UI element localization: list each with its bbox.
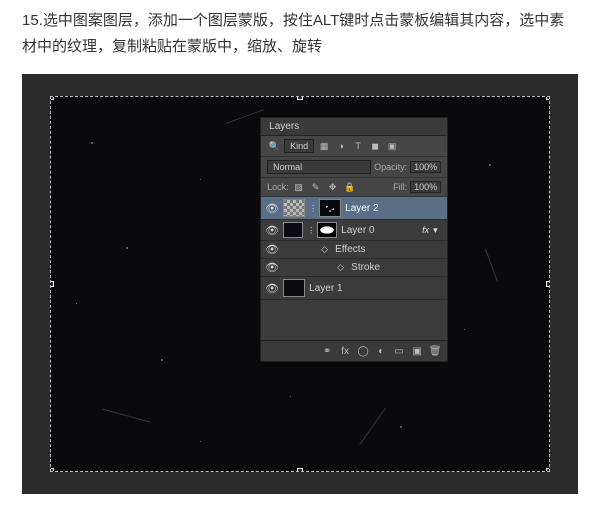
mask-link-icon[interactable]: ⋮: [307, 226, 313, 235]
mask-thumb[interactable]: [319, 199, 341, 217]
visibility-icon[interactable]: 👁: [265, 202, 279, 215]
layer-name[interactable]: Layer 2: [345, 203, 443, 214]
transform-handle[interactable]: [50, 281, 54, 287]
link-layers-icon[interactable]: ⚭: [319, 344, 335, 358]
transform-handle[interactable]: [297, 96, 303, 100]
delete-icon[interactable]: 🗑: [427, 344, 443, 358]
fill-label: Fill:: [393, 182, 407, 192]
chevron-down-icon[interactable]: ▾: [433, 225, 443, 236]
lock-label: Lock:: [267, 182, 289, 192]
layer-thumb[interactable]: [283, 279, 305, 297]
visibility-icon[interactable]: 👁: [265, 261, 279, 274]
disclosure-icon[interactable]: ◇: [321, 244, 331, 255]
effects-label: Effects: [335, 244, 443, 255]
step-text: 15.选中图案图层，添加一个图层蒙版，按住ALT键时点击蒙板编辑其内容，选中素材…: [22, 8, 578, 60]
layer-row-layer1[interactable]: 👁 Layer 1: [261, 277, 447, 300]
panel-title[interactable]: Layers: [261, 118, 447, 136]
group-icon[interactable]: ▭: [391, 344, 407, 358]
stroke-label: Stroke: [351, 262, 443, 273]
filter-type-icon[interactable]: T: [351, 140, 365, 152]
search-icon: 🔍: [267, 140, 281, 152]
transform-handle[interactable]: [297, 468, 303, 472]
lock-move-icon[interactable]: ✥: [326, 181, 340, 193]
visibility-icon[interactable]: 👁: [265, 224, 279, 237]
opacity-value[interactable]: 100%: [410, 161, 441, 173]
visibility-icon[interactable]: 👁: [265, 282, 279, 295]
fx-icon[interactable]: fx: [337, 344, 353, 358]
filter-row: 🔍 Kind ▦ ◑ T ◼ ▣: [261, 136, 447, 157]
filter-shape-icon[interactable]: ◼: [368, 140, 382, 152]
layer-thumb[interactable]: [283, 199, 305, 217]
effects-row[interactable]: 👁 ◇ Effects: [261, 241, 447, 259]
layer-row-layer2[interactable]: 👁 ⋮ Layer 2: [261, 197, 447, 220]
layer-name[interactable]: Layer 1: [309, 283, 443, 294]
transform-handle[interactable]: [546, 281, 550, 287]
filter-adjust-icon[interactable]: ◑: [334, 140, 348, 152]
layers-panel[interactable]: Layers 🔍 Kind ▦ ◑ T ◼ ▣ Normal Opacity: …: [260, 117, 448, 362]
layers-list: 👁 ⋮ Layer 2 👁 ⋮ Layer 0 fx ▾ 👁: [261, 197, 447, 340]
transform-handle[interactable]: [50, 468, 54, 472]
mask-icon[interactable]: ◯: [355, 344, 371, 358]
lock-paint-icon[interactable]: ✎: [309, 181, 323, 193]
tutorial-step: 15.选中图案图层，添加一个图层蒙版，按住ALT键时点击蒙板编辑其内容，选中素材…: [0, 0, 600, 60]
filter-smart-icon[interactable]: ▣: [385, 140, 399, 152]
lock-all-icon[interactable]: 🔒: [343, 181, 357, 193]
blend-mode-dropdown[interactable]: Normal: [267, 160, 371, 174]
blend-row: Normal Opacity: 100%: [261, 157, 447, 178]
layer-row-layer0[interactable]: 👁 ⋮ Layer 0 fx ▾: [261, 220, 447, 241]
fill-value[interactable]: 100%: [410, 181, 441, 193]
transform-handle[interactable]: [546, 468, 550, 472]
transform-handle[interactable]: [546, 96, 550, 100]
transform-handle[interactable]: [50, 96, 54, 100]
lock-row: Lock: ▨ ✎ ✥ 🔒 Fill: 100%: [261, 178, 447, 197]
fx-indicator[interactable]: fx: [422, 225, 429, 235]
layer-name[interactable]: Layer 0: [341, 225, 414, 236]
layer-thumb[interactable]: [283, 222, 303, 238]
mask-link-icon[interactable]: ⋮: [309, 204, 315, 213]
visibility-icon[interactable]: 👁: [265, 243, 279, 256]
panel-footer: ⚭ fx ◯ ◐ ▭ ▣ 🗑: [261, 340, 447, 361]
mask-thumb[interactable]: [317, 222, 337, 238]
lock-transparency-icon[interactable]: ▨: [292, 181, 306, 193]
adjustment-icon[interactable]: ◐: [373, 344, 389, 358]
new-layer-icon[interactable]: ▣: [409, 344, 425, 358]
opacity-label: Opacity:: [374, 162, 407, 172]
stroke-row[interactable]: 👁 ◇ Stroke: [261, 259, 447, 277]
disclosure-icon[interactable]: ◇: [337, 262, 347, 273]
canvas-texture[interactable]: Layers 🔍 Kind ▦ ◑ T ◼ ▣ Normal Opacity: …: [50, 96, 550, 472]
photoshop-workspace: Layers 🔍 Kind ▦ ◑ T ◼ ▣ Normal Opacity: …: [22, 74, 578, 494]
filter-kind-dropdown[interactable]: Kind: [284, 139, 314, 153]
filter-pixel-icon[interactable]: ▦: [317, 140, 331, 152]
